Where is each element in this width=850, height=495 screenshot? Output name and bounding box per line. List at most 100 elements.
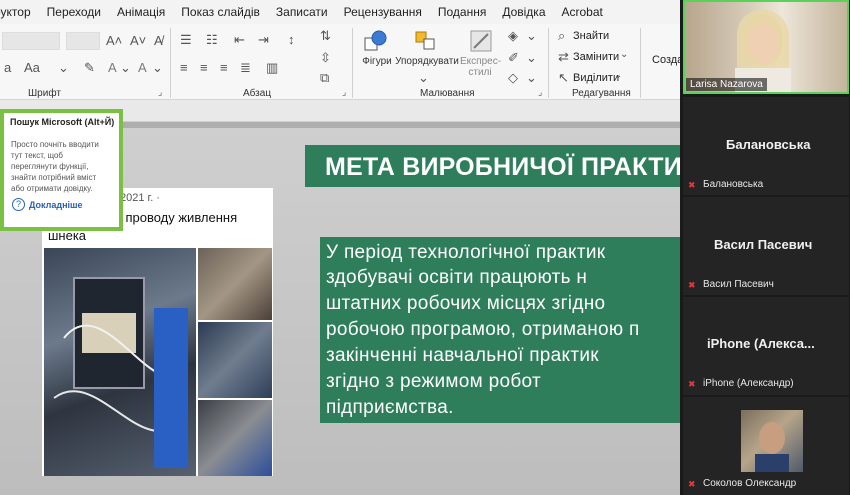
ribbon-tab-bar: руктор Переходи Анімація Показ слайдів З…: [0, 0, 680, 24]
smartart-icon[interactable]: ⧉: [320, 70, 329, 86]
search-tooltip-text: Просто почніть вводити: [11, 140, 99, 149]
shapes-icon[interactable]: [364, 30, 388, 52]
quick-styles-button[interactable]: Експрес-стилі: [460, 56, 501, 78]
columns-icon[interactable]: ▥: [266, 60, 278, 76]
shape-outline-icon[interactable]: ✐: [508, 50, 519, 66]
change-case-icon[interactable]: Aa: [24, 60, 40, 75]
grow-font-icon[interactable]: A˄: [106, 33, 122, 48]
text-color-icon[interactable]: A: [138, 60, 147, 75]
tab-design[interactable]: руктор: [0, 5, 39, 19]
photo-worker-repair: [198, 400, 272, 476]
numbering-icon[interactable]: ☷: [206, 32, 218, 48]
effects-dropdown-icon[interactable]: ⌄: [526, 70, 537, 86]
mic-muted-icon: ✖: [688, 180, 696, 190]
clear-format-icon[interactable]: A̸: [154, 33, 163, 48]
learn-more-link[interactable]: Докладніше: [29, 200, 83, 210]
find-icon[interactable]: ⌕: [558, 28, 565, 44]
body-line: штатних робочих місцях згідно: [326, 293, 606, 314]
separator: [640, 28, 641, 98]
editing-group-label: Редагування: [572, 88, 631, 99]
paragraph-group-label: Абзац: [243, 88, 272, 99]
search-tooltip-title: Пошук Microsoft (Alt+Й): [10, 117, 115, 127]
decrease-indent-icon[interactable]: ⇤: [234, 32, 245, 48]
align-text-icon[interactable]: ⇳: [320, 50, 331, 66]
drawing-launcher-icon[interactable]: ⌟: [538, 87, 542, 98]
tab-record[interactable]: Записати: [268, 5, 336, 19]
search-tooltip-text: або отримати довідку.: [11, 184, 93, 193]
search-tooltip-text: переглянути функції,: [11, 162, 89, 171]
paragraph-launcher-icon[interactable]: ⌟: [342, 87, 346, 98]
participant-name: Балановська: [726, 137, 811, 152]
search-tooltip-text: тут текст, щоб: [11, 151, 63, 160]
participant-label: iPhone (Александр): [703, 378, 794, 389]
align-center-icon[interactable]: ≡: [200, 60, 208, 75]
separator: [548, 28, 549, 98]
font-color-icon[interactable]: A: [108, 60, 117, 75]
font-launcher-icon[interactable]: ⌟: [158, 87, 162, 98]
find-button[interactable]: Знайти: [573, 30, 609, 42]
separator: [352, 28, 353, 98]
tab-acrobat[interactable]: Acrobat: [554, 5, 611, 19]
photo-electrical-box: [44, 248, 196, 476]
replace-dropdown-icon[interactable]: ⌄: [620, 49, 628, 60]
body-line: закінченні навчальної практик: [326, 345, 599, 366]
fill-dropdown-icon[interactable]: ⌄: [526, 28, 537, 44]
tab-transitions[interactable]: Переходи: [39, 5, 109, 19]
drawing-group-label: Малювання: [420, 88, 475, 99]
line-spacing-icon[interactable]: ↕: [288, 32, 295, 47]
tab-help[interactable]: Довідка: [494, 5, 553, 19]
text-direction-icon[interactable]: ⇅: [320, 28, 331, 44]
replace-button[interactable]: Замінити: [573, 51, 619, 63]
font-color-dropdown-icon[interactable]: ⌄: [120, 60, 131, 76]
body-line: здобувачі освіти працюють н: [326, 267, 588, 288]
tab-animations[interactable]: Анімація: [109, 5, 173, 19]
participant-label: Соколов Олександр: [703, 478, 797, 489]
text-color-dropdown-icon[interactable]: ⌄: [152, 60, 163, 76]
create-button[interactable]: Созда: [652, 54, 683, 66]
increase-indent-icon[interactable]: ⇥: [258, 32, 269, 48]
align-right-icon[interactable]: ≡: [220, 60, 228, 75]
search-tooltip-text: знайти потрібний вміст: [11, 173, 97, 182]
help-icon: ?: [12, 198, 25, 211]
char-spacing-icon[interactable]: a: [4, 60, 11, 75]
font-size-box[interactable]: [66, 32, 100, 50]
arrange-icon[interactable]: [414, 30, 438, 52]
select-dropdown-icon[interactable]: ⌄: [614, 70, 622, 81]
tab-slideshow[interactable]: Показ слайдів: [173, 5, 268, 19]
self-name-label: Larisa Nazarova: [686, 78, 767, 91]
shape-effects-icon[interactable]: ◇: [508, 70, 518, 86]
highlight-icon[interactable]: ✎: [84, 60, 95, 76]
outline-dropdown-icon[interactable]: ⌄: [526, 50, 537, 66]
mic-muted-icon: ✖: [688, 479, 696, 489]
case-dropdown-icon[interactable]: ⌄: [58, 60, 69, 76]
participant-name: Васил Пасевич: [714, 237, 813, 252]
justify-icon[interactable]: ≣: [240, 60, 251, 76]
mic-muted-icon: ✖: [688, 280, 696, 290]
participant-name: iPhone (Алекса...: [707, 336, 815, 351]
mic-muted-icon: ✖: [688, 379, 696, 389]
shape-fill-icon[interactable]: ◈: [508, 28, 518, 44]
quick-styles-icon[interactable]: [470, 30, 494, 54]
slide-title[interactable]: МЕТА ВИРОБНИЧОЇ ПРАКТИК: [325, 153, 697, 182]
tab-review[interactable]: Рецензування: [336, 5, 430, 19]
font-name-box[interactable]: [2, 32, 60, 50]
shrink-font-icon[interactable]: A˅: [130, 33, 146, 48]
shapes-button[interactable]: Фігури: [360, 56, 394, 67]
body-line: робочою програмою, отриманою п: [326, 319, 640, 340]
bullets-icon[interactable]: ☰: [180, 32, 192, 48]
participant-label: Балановська: [703, 179, 764, 190]
font-group-label: Шрифт: [28, 88, 61, 99]
arrange-button[interactable]: Упорядкувати: [392, 56, 462, 67]
select-icon[interactable]: ↖: [558, 70, 569, 86]
separator: [170, 28, 171, 98]
post-date: 2021 г. ·: [120, 192, 160, 204]
body-line: згідно з режимом робот: [326, 371, 541, 392]
photo-hands-cable: [198, 248, 272, 320]
body-line: підприємства.: [326, 397, 454, 418]
replace-icon[interactable]: ⇄: [558, 49, 569, 65]
tab-view[interactable]: Подання: [430, 5, 494, 19]
ribbon: A˄ A˅ A̸ a Aa ⌄ ✎ A ⌄ A ⌄ Шрифт ⌟ ☰ ☷ ⇤ …: [0, 24, 683, 100]
arrange-dropdown-icon[interactable]: ⌄: [418, 70, 429, 86]
select-button[interactable]: Виділити: [573, 72, 619, 84]
align-left-icon[interactable]: ≡: [180, 60, 188, 75]
